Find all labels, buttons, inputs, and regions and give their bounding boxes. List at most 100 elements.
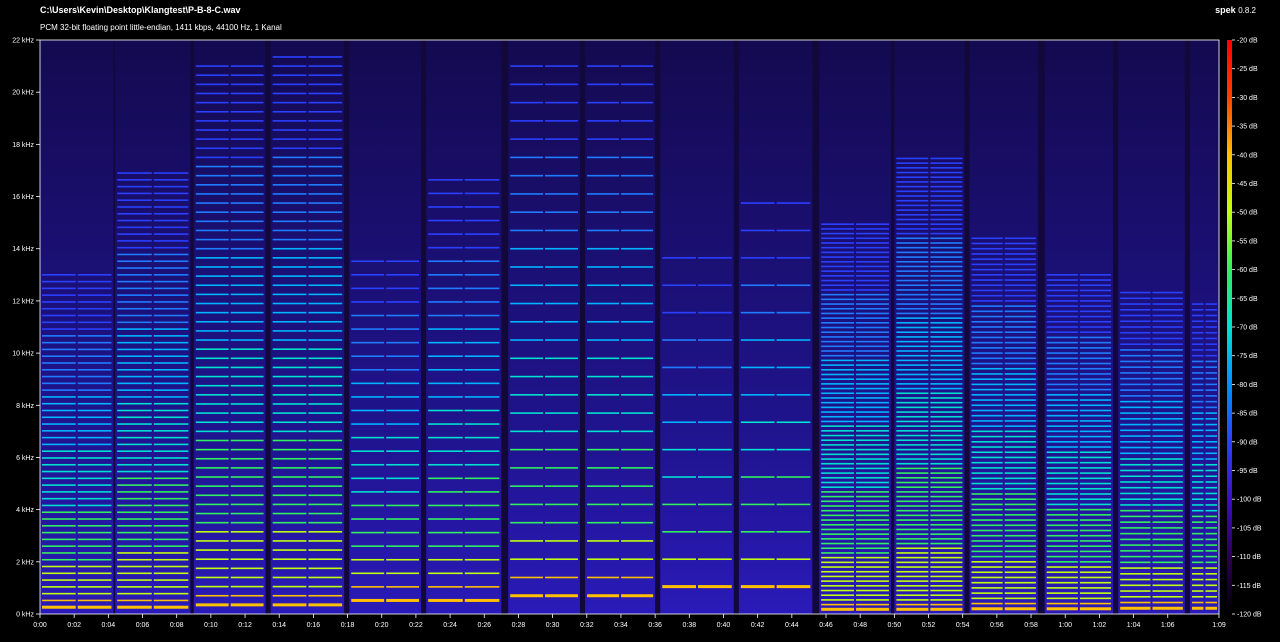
harmonic-band [117,280,152,283]
harmonic-band [1152,492,1183,495]
harmonic-band [930,500,963,503]
harmonic-band [1004,378,1036,380]
harmonic-band [464,598,500,602]
harmonic-band [1205,383,1217,386]
harmonic-band [510,320,544,323]
harmonic-band [697,503,732,506]
harmonic-band [776,394,811,396]
harmonic-band [230,448,264,451]
harmonic-band [1004,498,1036,500]
harmonic-band [971,310,1003,313]
harmonic-band [195,138,229,140]
harmonic-band [464,396,500,398]
harmonic-band [1191,383,1204,386]
harmonic-band [930,607,963,611]
harmonic-band [1004,253,1036,255]
harmonic-band [1004,435,1036,438]
harmonic-band [740,257,775,259]
harmonic-band [308,284,343,287]
harmonic-band [930,378,963,380]
harmonic-band [587,193,620,195]
harmonic-band [821,538,855,540]
harmonic-band [545,339,578,341]
harmonic-band [1120,400,1151,403]
harmonic-band [1120,584,1151,587]
harmonic-band [740,421,775,424]
harmonic-band [272,375,307,378]
harmonic-band [930,448,963,451]
harmonic-band [117,179,152,181]
y-tick-label: 16 kHz [12,194,34,201]
harmonic-band [351,477,385,480]
harmonic-band [1205,527,1217,529]
harmonic-band [971,289,1003,292]
harmonic-band [428,368,463,371]
harmonic-band [930,364,963,366]
harmonic-band [195,330,229,332]
harmonic-band [856,336,889,338]
harmonic-band [1004,242,1036,245]
harmonic-band [42,341,76,344]
harmonic-band [117,362,152,364]
harmonic-band [230,348,264,350]
harmonic-band [230,266,264,268]
harmonic-band [896,331,929,334]
harmonic-band [971,274,1003,276]
harmonic-band [195,494,229,497]
harmonic-band [230,494,264,497]
harmonic-band [117,511,152,514]
harmonic-band [587,448,620,451]
harmonic-band [621,266,654,268]
harmonic-band [1079,441,1112,443]
harmonic-band [1205,555,1217,558]
harmonic-band [856,519,889,521]
harmonic-band [230,247,264,250]
harmonic-band [308,193,343,195]
harmonic-band [510,357,544,360]
harmonic-band [77,436,112,439]
harmonic-band [930,477,963,479]
harmonic-band [821,383,855,385]
harmonic-band [77,409,112,412]
harmonic-band [1004,597,1036,600]
harmonic-band [42,484,76,486]
harmonic-band [428,287,463,290]
harmonic-band [42,586,76,588]
harmonic-band [740,311,775,314]
harmonic-band [351,531,385,534]
harmonic-band [856,265,889,268]
harmonic-band [153,599,189,602]
harmonic-band [77,525,112,527]
harmonic-band [856,350,889,352]
harmonic-band [821,289,855,291]
harmonic-band [1120,578,1151,581]
harmonic-band [117,219,152,222]
harmonic-band [1046,581,1078,584]
harmonic-band [272,74,307,77]
harmonic-band [351,504,385,507]
harmonic-band [272,476,307,478]
harmonic-band [821,373,855,376]
harmonic-band [587,266,620,268]
harmonic-band [308,384,343,387]
harmonic-band [77,552,112,554]
harmonic-band [153,172,189,174]
harmonic-band [930,246,963,249]
harmonic-band [1079,576,1112,579]
harmonic-band [117,463,152,466]
harmonic-band [1191,400,1204,403]
harmonic-band [1152,486,1183,489]
harmonic-band [587,120,620,122]
harmonic-band [1079,425,1112,427]
harmonic-band [1079,477,1112,480]
harmonic-band [821,415,855,418]
harmonic-band [856,392,889,395]
harmonic-band [1191,584,1204,587]
harmonic-band [1004,587,1036,589]
harmonic-band [1120,606,1151,610]
harmonic-band [896,218,929,221]
harmonic-band [776,585,811,589]
harmonic-band [896,167,929,169]
harmonic-band [230,366,264,369]
note-noise-floor [585,40,656,614]
